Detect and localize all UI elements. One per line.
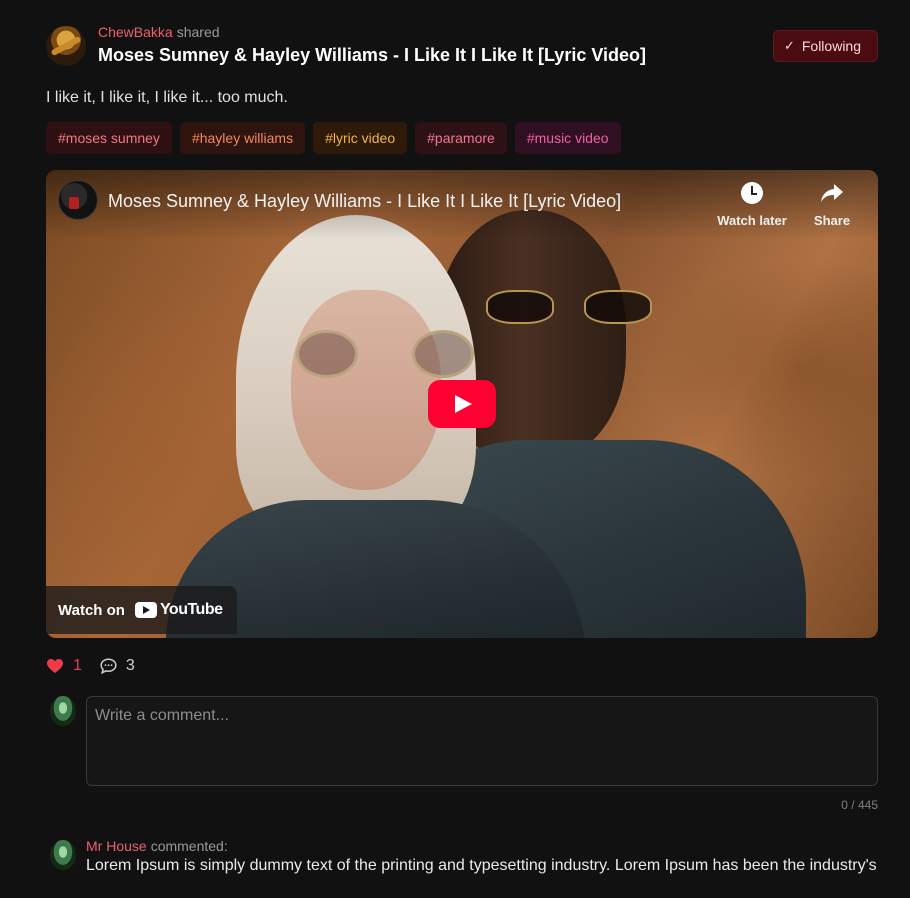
shared-label: shared [176, 24, 220, 40]
video-thumbnail-figure [296, 330, 476, 378]
tag-lyric-video[interactable]: #lyric video [313, 122, 408, 154]
author-name[interactable]: ChewBakka [98, 24, 173, 40]
like-count: 1 [73, 657, 82, 674]
tag-moses-sumney[interactable]: #moses sumney [46, 122, 172, 154]
share-label: Share [813, 213, 851, 228]
post-title[interactable]: Moses Sumney & Hayley Williams - I Like … [98, 45, 646, 66]
comment-input[interactable] [86, 696, 878, 786]
check-icon: ✓ [783, 38, 795, 53]
post-text: I like it, I like it, I like it... too m… [46, 89, 288, 106]
tag-music-video[interactable]: #music video [514, 122, 621, 154]
comment-item: Mr House commented: Lorem Ipsum is simply… [46, 838, 878, 898]
comment-text: Lorem Ipsum is simply dummy text of the … [86, 857, 877, 874]
like-button[interactable]: 1 [46, 657, 82, 675]
following-label: Following [801, 38, 861, 54]
share-button[interactable]: Share [792, 182, 872, 228]
video-thumbnail-figure [291, 290, 441, 490]
watch-later-label: Watch later [717, 213, 787, 228]
comment-count: 3 [125, 657, 135, 674]
following-button[interactable]: ✓ Following [772, 30, 878, 62]
watch-on-youtube-button[interactable]: Watch on YouTube [46, 586, 237, 634]
play-icon[interactable] [428, 380, 496, 428]
youtube-label: YouTube [159, 601, 223, 618]
clock-icon [741, 182, 763, 204]
tag-list: #moses sumney #hayley williams #lyric vi… [46, 122, 878, 154]
post-actions: 1 3 [46, 656, 878, 676]
post-header: ChewBakka shared Moses Sumney & Hayley Wi… [46, 20, 878, 70]
commented-label: commented: [150, 838, 228, 854]
tag-paramore[interactable]: #paramore [415, 122, 507, 154]
video-thumbnail-figure [486, 290, 656, 326]
youtube-logo-icon: YouTube [134, 601, 223, 619]
comment-bubble-icon [100, 658, 117, 674]
watch-later-button[interactable]: Watch later [712, 182, 792, 228]
shared-line: ChewBakka shared [98, 24, 220, 40]
commenter-name[interactable]: Mr House [86, 838, 147, 854]
watch-on-label: Watch on [58, 601, 125, 619]
share-arrow-icon [821, 184, 843, 202]
comment-meta: Mr House commented: [86, 838, 228, 854]
comment-button[interactable]: 3 [100, 657, 135, 675]
commenter-avatar[interactable] [50, 840, 76, 870]
video-embed[interactable]: Moses Sumney & Hayley Williams - I Like … [46, 170, 878, 638]
char-counter: 0 / 445 [841, 798, 878, 812]
heart-icon [47, 659, 63, 673]
author-avatar[interactable] [46, 26, 86, 66]
channel-avatar[interactable] [58, 180, 98, 220]
tag-hayley-williams[interactable]: #hayley williams [179, 122, 306, 154]
comment-composer [46, 696, 878, 786]
video-title[interactable]: Moses Sumney & Hayley Williams - I Like … [108, 191, 621, 212]
current-user-avatar [50, 696, 76, 726]
post-card: ChewBakka shared Moses Sumney & Hayley Wi… [46, 20, 878, 898]
